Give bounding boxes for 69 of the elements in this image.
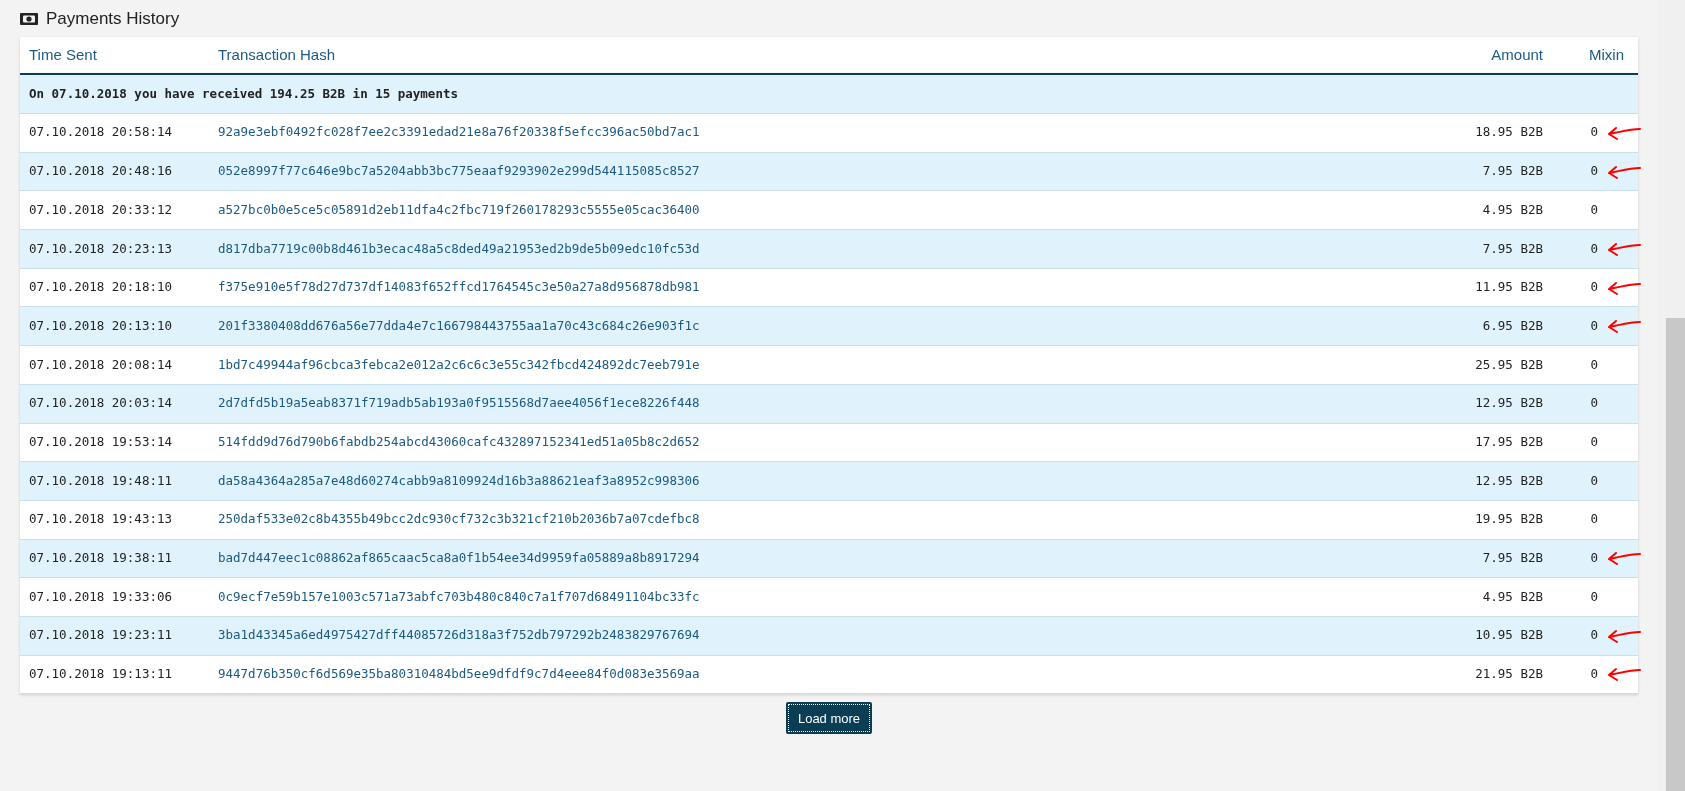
amount-cell-text: 21.95 B2B — [1474, 665, 1543, 684]
mixin-cell-text: 0 — [1589, 510, 1599, 529]
scrollbar-thumb[interactable] — [1666, 318, 1685, 791]
hash-link[interactable]: a527bc0b0e5ce5c05891d2eb11dfa4c2fbc719f260178293c5555e05cac36400 — [218, 200, 1403, 220]
banknote-icon — [20, 13, 38, 25]
hash-link[interactable]: 250daf533e02c8b4355b49bcc2dc930cf732c3b321cf210b2036b7a07cdefbc8 — [218, 510, 1403, 530]
hash-link[interactable]: 9447d76b350cf6d569e35ba80310484bd5ee9dfdf9c7d4eee84f0d083e3569aa — [218, 665, 1403, 684]
mixin-cell-text: 0 — [1589, 355, 1599, 374]
mixin-cell-text: 0 — [1589, 278, 1599, 297]
time-cell-text: 07.10.2018 20:08:14 — [28, 355, 173, 374]
time-cell-text: 07.10.2018 20:48:16 — [28, 162, 173, 181]
hash-link[interactable]: 052e8997f77c646e9bc7a5204abb3bc775eaaf9293902e299d544115085c8527 — [218, 162, 1403, 181]
time-cell-text: 07.10.2018 20:18:10 — [28, 278, 173, 297]
time-cell-text: 07.10.2018 19:13:11 — [28, 665, 173, 684]
amount-cell-text: 7.95 B2B — [1481, 549, 1543, 568]
time-cell-text: 07.10.2018 19:48:11 — [28, 471, 173, 490]
hash-link[interactable]: 2d7dfd5b19a5eab8371f719adb5ab193a0f9515568d7aee4056f1ece8226f448 — [218, 394, 1403, 414]
time-cell-text: 07.10.2018 19:43:13 — [28, 510, 173, 529]
amount-cell-text: 10.95 B2B — [1474, 626, 1543, 645]
mixin-cell-text: 0 — [1589, 432, 1599, 451]
time-cell-text: 07.10.2018 19:33:06 — [28, 587, 173, 606]
hash-link[interactable]: 514fdd9d76d790b6fabdb254abcd43060cafc432897152341ed51a05b8c2d652 — [218, 432, 1403, 452]
amount-cell-text: 12.95 B2B — [1474, 394, 1543, 413]
time-cell-text: 07.10.2018 20:23:13 — [28, 239, 173, 258]
time-cell-text: 07.10.2018 20:58:14 — [28, 123, 173, 142]
amount-cell-text: 11.95 B2B — [1474, 278, 1543, 297]
load-more-button[interactable]: Load more — [785, 702, 873, 735]
hash-link[interactable]: 92a9e3ebf0492fc028f7ee2c3391edad21e8a76f20338f5efcc396ac50bd7ac1 — [218, 123, 1403, 143]
amount-cell-text: 25.95 B2B — [1474, 355, 1543, 374]
hash-link[interactable]: d817dba7719c00b8d461b3ecac48a5c8ded49a21953ed2b9de5b09edc10fc53d — [218, 239, 1403, 259]
hash-link[interactable]: bad7d447eec1c08862af865caac5ca8a0f1b54ee34d9959fa05889a8b8917294 — [218, 549, 1403, 568]
mixin-cell-text: 0 — [1589, 587, 1599, 606]
mixin-cell-text: 0 — [1589, 549, 1599, 568]
mixin-cell-text: 0 — [1589, 239, 1599, 258]
time-cell-text: 07.10.2018 20:03:14 — [28, 394, 173, 413]
hash-link[interactable]: 3ba1d43345a6ed4975427dff44085726d318a3f752db797292b2483829767694 — [218, 626, 1403, 646]
mixin-cell-text: 0 — [1589, 471, 1599, 490]
amount-cell-text: 7.95 B2B — [1481, 162, 1543, 181]
amount-cell-text: 17.95 B2B — [1474, 432, 1543, 451]
time-cell-text: 07.10.2018 19:53:14 — [28, 432, 173, 451]
amount-cell-text: 12.95 B2B — [1474, 471, 1543, 490]
column-header: Amount — [1490, 44, 1543, 65]
column-header: Mixin — [1588, 44, 1625, 65]
summary-text: On 07.10.2018 you have received 194.25 B2B in 15 payments — [29, 84, 458, 103]
section-title: Payments History — [46, 8, 180, 31]
hash-link[interactable]: 1bd7c49944af96cbca3febca2e012a2c6c6c3e55c342fbcd424892dc7eeb791e — [218, 355, 1403, 375]
time-cell-text: 07.10.2018 20:33:12 — [28, 200, 173, 219]
hash-link[interactable]: f375e910e5f78d27d737df14083f652ffcd1764545c3e50a27a8d956878db981 — [218, 278, 1403, 297]
time-cell-text: 07.10.2018 19:38:11 — [28, 549, 173, 568]
hash-link[interactable]: da58a4364a285a7e48d60274cabb9a8109924d16b3a88621eaf3a8952c998306 — [218, 471, 1403, 491]
column-header: Time Sent — [28, 44, 98, 65]
amount-cell-text: 4.95 B2B — [1481, 200, 1543, 219]
amount-cell-text: 7.95 B2B — [1481, 239, 1543, 258]
mixin-cell-text: 0 — [1589, 626, 1599, 645]
mixin-cell-text: 0 — [1589, 394, 1599, 413]
hash-link[interactable]: 201f3380408dd676a56e77dda4e7c166798443755aa1a70c43c684c26e903f1c — [218, 316, 1403, 336]
mixin-cell-text: 0 — [1589, 200, 1599, 219]
amount-cell-text: 4.95 B2B — [1481, 587, 1543, 606]
amount-cell-text: 18.95 B2B — [1474, 123, 1543, 142]
time-cell-text: 07.10.2018 20:13:10 — [28, 316, 173, 335]
mixin-cell-text: 0 — [1589, 665, 1599, 684]
mixin-cell-text: 0 — [1589, 162, 1599, 181]
amount-cell-text: 19.95 B2B — [1474, 510, 1543, 529]
time-cell-text: 07.10.2018 19:23:11 — [28, 626, 173, 645]
mixin-cell-text: 0 — [1589, 316, 1599, 335]
amount-cell-text: 6.95 B2B — [1481, 316, 1543, 335]
hash-link[interactable]: 0c9ecf7e59b157e1003c571a73abfc703b480c840c7a1f707d68491104bc33fc — [218, 587, 1403, 607]
column-header: Transaction Hash — [218, 44, 336, 65]
mixin-cell-text: 0 — [1589, 123, 1599, 142]
